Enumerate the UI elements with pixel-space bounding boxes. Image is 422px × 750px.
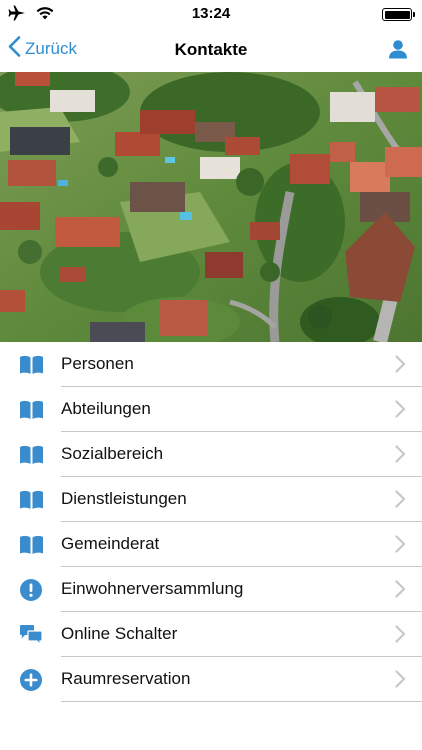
book-icon (18, 442, 44, 468)
menu-item-raumreservation[interactable]: Raumreservation (0, 657, 422, 702)
menu-item-einwohnerversammlung[interactable]: Einwohnerversammlung (0, 567, 422, 612)
book-icon (18, 352, 44, 378)
menu-item-label: Sozialbereich (61, 444, 164, 463)
menu-item-personen[interactable]: Personen (0, 342, 422, 387)
book-icon (18, 487, 44, 513)
chevron-right-icon (395, 445, 406, 468)
menu-item-online-schalter[interactable]: Online Schalter (0, 612, 422, 657)
chevron-right-icon (395, 490, 406, 513)
status-time: 13:24 (191, 5, 231, 22)
menu-item-label: Gemeinderat (61, 534, 160, 553)
page-title: Kontakte (174, 40, 248, 59)
menu-item-sozialbereich[interactable]: Sozialbereich (0, 432, 422, 477)
chevron-right-icon (395, 670, 406, 693)
chevron-right-icon (395, 535, 406, 558)
chevron-right-icon (395, 625, 406, 648)
battery-icon (382, 8, 415, 21)
exclamation-circle-icon (18, 577, 44, 603)
separator (61, 701, 422, 702)
menu-item-gemeinderat[interactable]: Gemeinderat (0, 522, 422, 567)
contacts-menu: Personen Abteilungen Sozialbereich Diens… (0, 342, 422, 702)
chat-bubbles-icon (18, 622, 44, 648)
menu-item-label: Personen (61, 354, 134, 373)
chevron-right-icon (395, 355, 406, 378)
plus-circle-icon (18, 667, 44, 693)
book-icon (18, 397, 44, 423)
chevron-right-icon (395, 400, 406, 423)
book-icon (18, 532, 44, 558)
menu-item-abteilungen[interactable]: Abteilungen (0, 387, 422, 432)
village-aerial-photo (0, 72, 422, 342)
menu-item-label: Online Schalter (61, 624, 178, 643)
menu-item-label: Einwohnerversammlung (61, 579, 244, 598)
menu-item-dienstleistungen[interactable]: Dienstleistungen (0, 477, 422, 522)
profile-button[interactable] (388, 39, 408, 64)
navigation-bar: Zurück Kontakte (0, 28, 422, 72)
status-bar: 13:24 (0, 0, 422, 28)
menu-item-label: Raumreservation (61, 669, 191, 688)
menu-item-label: Abteilungen (61, 399, 151, 418)
menu-item-label: Dienstleistungen (61, 489, 187, 508)
profile-icon (388, 40, 408, 63)
chevron-right-icon (395, 580, 406, 603)
